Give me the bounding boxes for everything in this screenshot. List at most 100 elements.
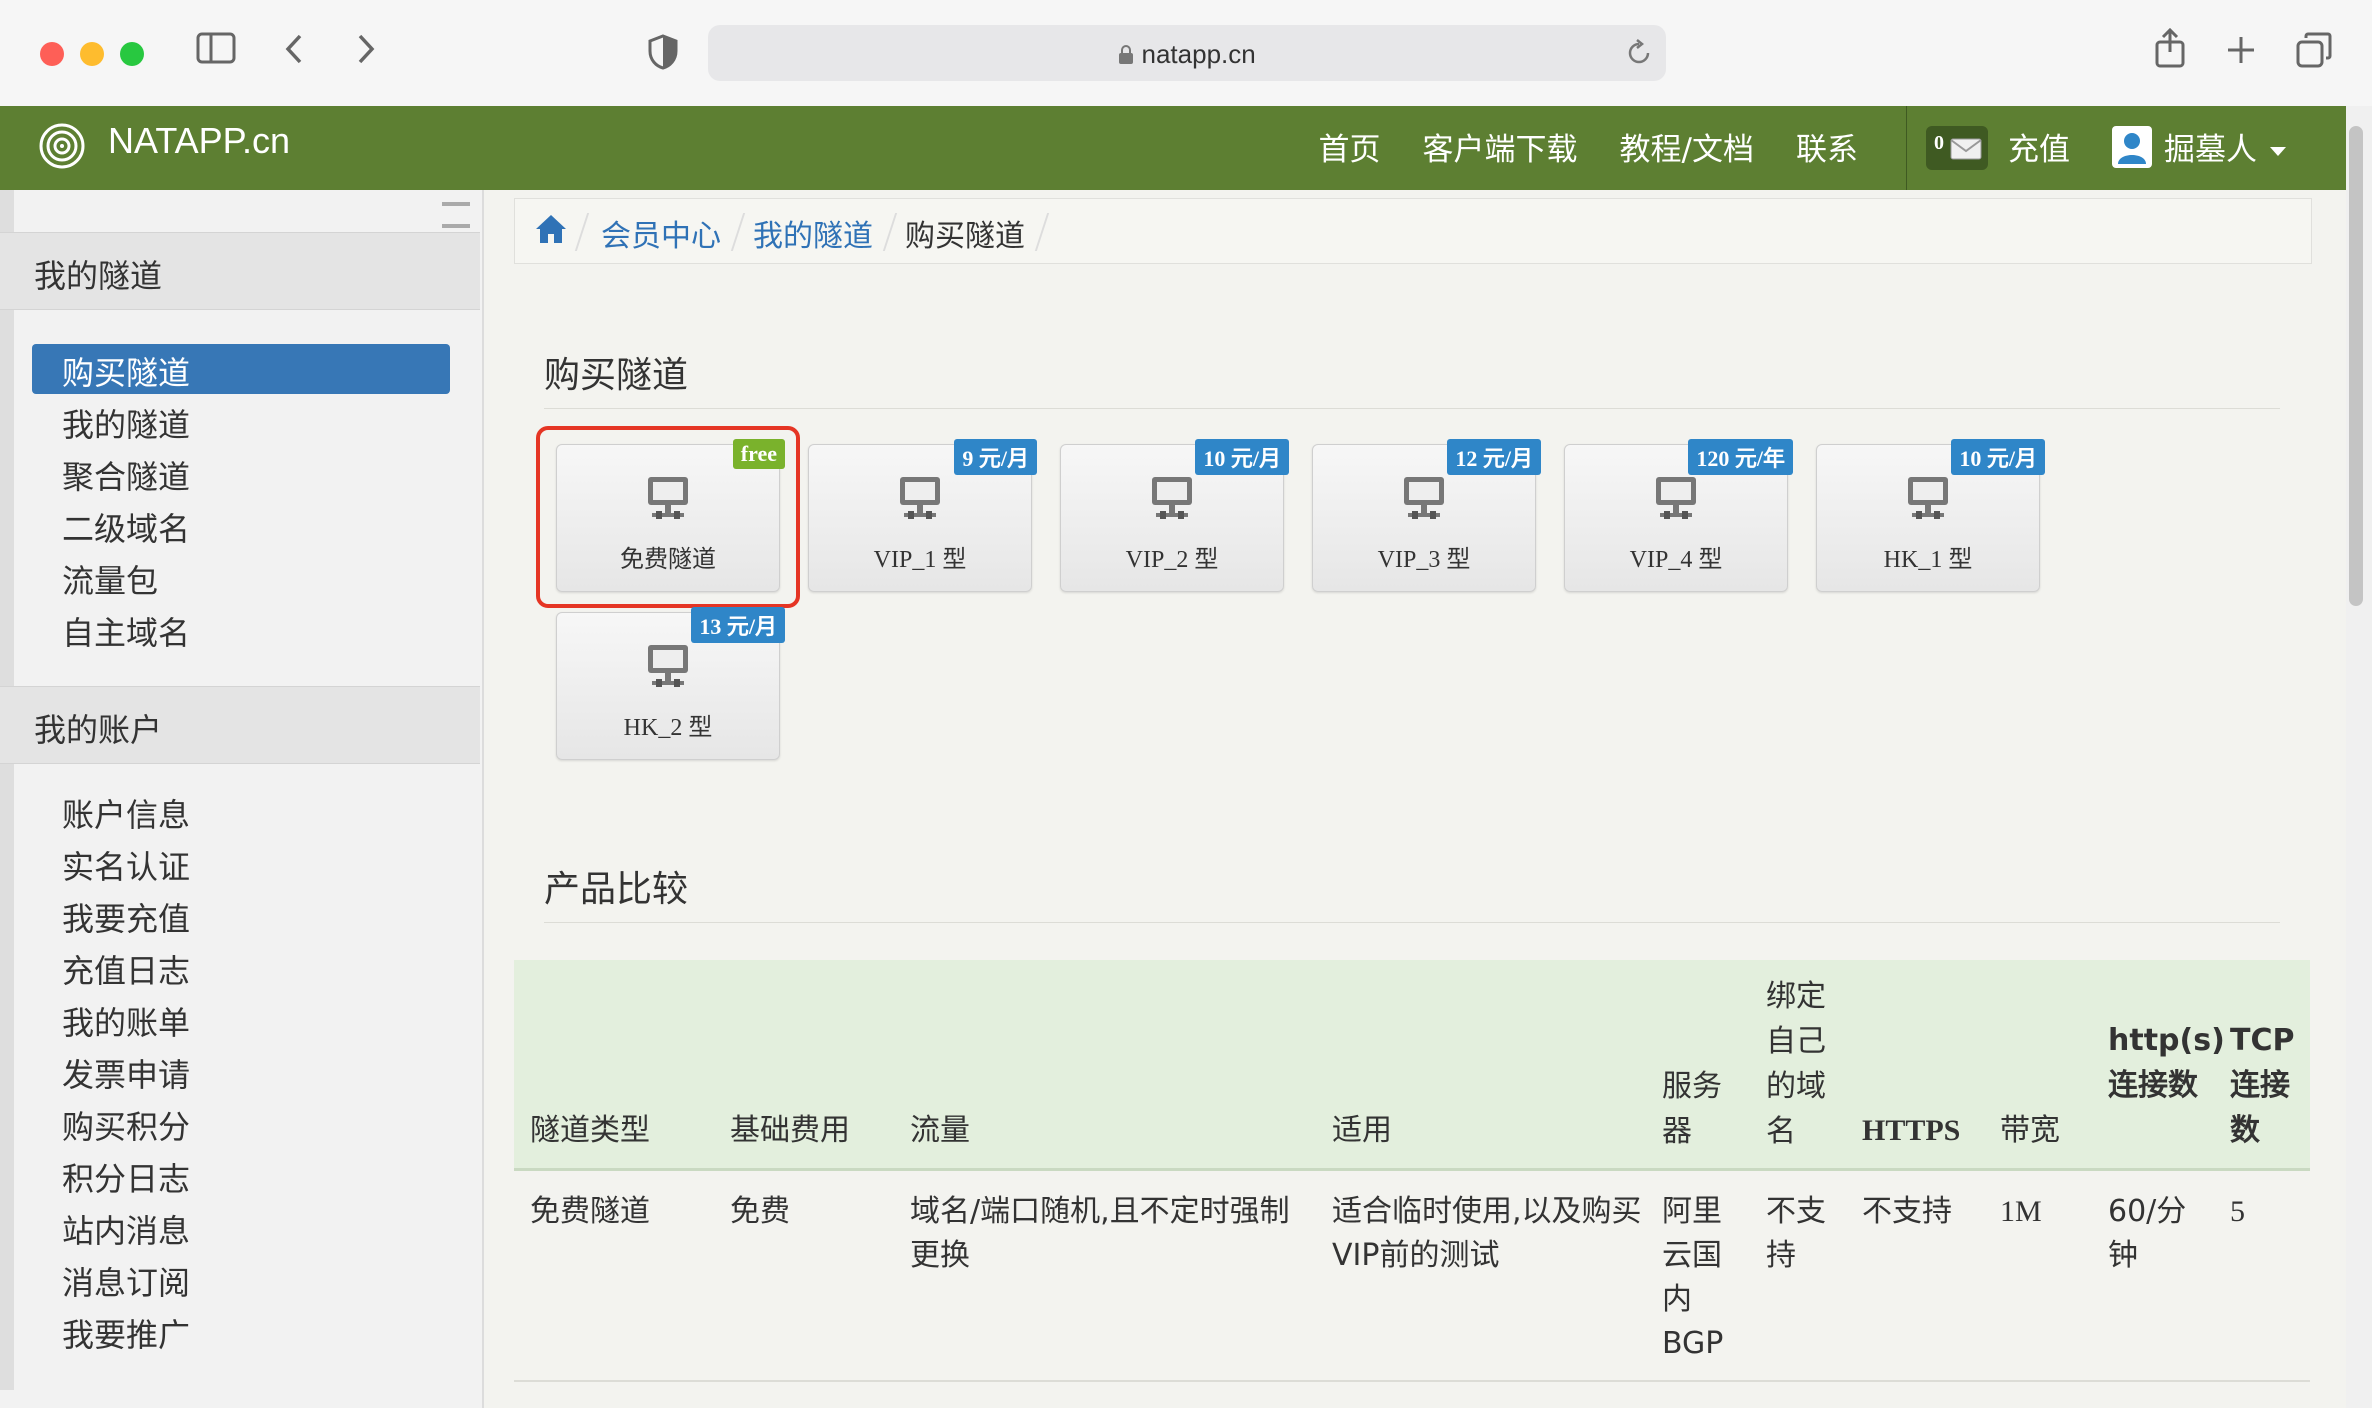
message-count: 0 bbox=[1934, 132, 1944, 154]
page: NATAPP.cn 首页 客户端下载 教程/文档 联系 0 充值 掘墓人 我的隧… bbox=[0, 106, 2372, 1408]
sidebar-item-points-log[interactable]: 积分日志 bbox=[62, 1154, 190, 1200]
tile-label: HK_1 型 bbox=[1883, 547, 1973, 573]
sidebar-item-recharge[interactable]: 我要充值 bbox=[62, 894, 190, 940]
sidebar-item-buy-points[interactable]: 购买积分 bbox=[62, 1102, 190, 1148]
server-icon bbox=[1404, 477, 1444, 519]
th-tunnel-type: 隧道类型 bbox=[530, 1113, 650, 1148]
breadcrumb: 会员中心 我的隧道 购买隧道 bbox=[514, 198, 2312, 264]
envelope-icon bbox=[1950, 138, 1982, 165]
sidebar-collapse-icon[interactable] bbox=[442, 202, 470, 228]
nav-download-link[interactable]: 客户端下载 bbox=[1423, 124, 1578, 169]
td-https: 不支持 bbox=[1862, 1194, 1952, 1229]
nav-divider bbox=[1906, 106, 1907, 190]
user-avatar-icon[interactable] bbox=[2112, 126, 2152, 173]
tile-free-tunnel[interactable]: 免费隧道 free bbox=[556, 439, 785, 592]
sidebar-item-account-info[interactable]: 账户信息 bbox=[62, 790, 190, 836]
messages-button[interactable]: 0 bbox=[1926, 126, 1988, 170]
sidebar-item-bills[interactable]: 我的账单 bbox=[62, 998, 190, 1044]
nav-contact-link[interactable]: 联系 bbox=[1796, 124, 1858, 169]
td-tcp-connections: 5 bbox=[2230, 1195, 2245, 1228]
sidebar-section-label: 我的账户 bbox=[34, 711, 163, 749]
tile-vip2[interactable]: VIP_2 型 10 元/月 bbox=[1060, 439, 1289, 592]
breadcrumb-my-tunnels[interactable]: 我的隧道 bbox=[753, 211, 873, 255]
th-tcp-connections: TCP连接数 bbox=[2230, 1023, 2295, 1148]
sidebar-section-tunnels[interactable]: 我的隧道 bbox=[0, 232, 480, 310]
tile-label: VIP_4 型 bbox=[1629, 547, 1723, 573]
breadcrumb-separator bbox=[730, 213, 746, 251]
tile-label: VIP_1 型 bbox=[873, 547, 967, 573]
sidebar-item-real-name[interactable]: 实名认证 bbox=[62, 842, 190, 888]
price-badge: 120 元/年 bbox=[1688, 439, 1793, 475]
sidebar-item-buy-tunnel[interactable]: 购买隧道 bbox=[62, 348, 190, 394]
sidebar-item-traffic-pack[interactable]: 流量包 bbox=[62, 556, 158, 602]
address-bar[interactable]: natapp.cn bbox=[708, 25, 1666, 81]
tile-label: VIP_2 型 bbox=[1125, 547, 1219, 573]
server-icon bbox=[648, 477, 688, 519]
price-badge: 13 元/月 bbox=[691, 607, 785, 643]
new-tab-icon[interactable] bbox=[2226, 34, 2256, 74]
sidebar-item-promote[interactable]: 我要推广 bbox=[62, 1310, 190, 1356]
sidebar-item-subscriptions[interactable]: 消息订阅 bbox=[62, 1258, 190, 1304]
user-menu[interactable]: 掘墓人 bbox=[2164, 124, 2257, 169]
sidebar-item-my-tunnels[interactable]: 我的隧道 bbox=[62, 400, 190, 446]
caret-down-icon[interactable] bbox=[2270, 144, 2286, 162]
td-server: 阿里云国内BGP bbox=[1662, 1194, 1724, 1361]
tile-label: HK_2 型 bbox=[623, 715, 713, 741]
tile-vip3[interactable]: VIP_3 型 12 元/月 bbox=[1312, 439, 1541, 592]
breadcrumb-separator bbox=[1034, 213, 1050, 251]
td-custom-domain: 不支持 bbox=[1766, 1194, 1826, 1273]
natapp-logo-icon[interactable] bbox=[38, 122, 86, 170]
sidebar-section-account[interactable]: 我的账户 bbox=[0, 686, 480, 764]
nav-home-link[interactable]: 首页 bbox=[1319, 124, 1381, 169]
price-badge: 12 元/月 bbox=[1447, 439, 1541, 475]
buy-section-title: 购买隧道 bbox=[544, 355, 689, 396]
th-https: HTTPS bbox=[1862, 1114, 1961, 1147]
close-window-button[interactable] bbox=[40, 42, 64, 66]
minimize-window-button[interactable] bbox=[80, 42, 104, 66]
th-traffic: 流量 bbox=[910, 1113, 970, 1148]
sidebar-item-aggregate-tunnel[interactable]: 聚合隧道 bbox=[62, 452, 190, 498]
scrollbar-thumb[interactable] bbox=[2349, 126, 2363, 606]
th-base-fee: 基础费用 bbox=[730, 1113, 850, 1148]
th-bandwidth: 带宽 bbox=[2000, 1113, 2060, 1148]
sidebar-item-invoice[interactable]: 发票申请 bbox=[62, 1050, 190, 1096]
reload-icon[interactable] bbox=[1626, 39, 1652, 72]
forward-icon[interactable] bbox=[354, 32, 378, 75]
breadcrumb-member-center[interactable]: 会员中心 bbox=[601, 211, 721, 255]
sidebar-item-custom-domain[interactable]: 自主域名 bbox=[62, 608, 190, 654]
sidebar-toggle-icon[interactable] bbox=[196, 32, 236, 73]
td-tunnel-type: 免费隧道 bbox=[530, 1194, 650, 1229]
tile-vip4[interactable]: VIP_4 型 120 元/年 bbox=[1564, 439, 1793, 592]
share-icon[interactable] bbox=[2154, 27, 2186, 77]
th-server: 服务器 bbox=[1662, 1069, 1722, 1149]
sidebar-item-subdomain[interactable]: 二级域名 bbox=[62, 504, 190, 550]
sidebar-section-label: 我的隧道 bbox=[34, 257, 163, 295]
compare-section-title: 产品比较 bbox=[544, 869, 689, 910]
breadcrumb-separator bbox=[882, 213, 898, 251]
home-icon[interactable] bbox=[535, 213, 567, 250]
th-custom-domain: 绑定自己的域名 bbox=[1766, 979, 1826, 1149]
zoom-window-button[interactable] bbox=[120, 42, 144, 66]
sidebar-item-messages[interactable]: 站内消息 bbox=[62, 1206, 190, 1252]
sidebar: 我的隧道 购买隧道 我的隧道 聚合隧道 二级域名 流量包 自主域名 我的账户 账… bbox=[0, 190, 484, 1408]
shield-icon[interactable] bbox=[648, 34, 678, 79]
top-navbar: NATAPP.cn 首页 客户端下载 教程/文档 联系 0 充值 掘墓人 bbox=[0, 106, 2346, 190]
tile-hk1[interactable]: HK_1 型 10 元/月 bbox=[1816, 439, 2045, 592]
back-icon[interactable] bbox=[282, 32, 306, 75]
tab-overview-icon[interactable] bbox=[2296, 32, 2332, 77]
tile-hk2[interactable]: HK_2 型 13 元/月 bbox=[556, 607, 785, 760]
th-usage: 适用 bbox=[1332, 1113, 1392, 1148]
browser-toolbar: natapp.cn bbox=[0, 0, 2372, 107]
brand-name[interactable]: NATAPP.cn bbox=[108, 120, 290, 162]
th-http-connections: http(s)连接数 bbox=[2108, 1023, 2225, 1103]
tile-vip1[interactable]: VIP_1 型 9 元/月 bbox=[808, 439, 1037, 592]
nav-docs-link[interactable]: 教程/文档 bbox=[1620, 124, 1754, 169]
td-base-fee: 免费 bbox=[730, 1194, 790, 1229]
nav-links: 首页 客户端下载 教程/文档 联系 bbox=[1319, 124, 1858, 169]
recharge-link[interactable]: 充值 bbox=[2008, 124, 2070, 169]
lock-icon bbox=[1118, 39, 1141, 69]
breadcrumb-separator bbox=[574, 213, 590, 251]
sidebar-item-recharge-log[interactable]: 充值日志 bbox=[62, 946, 190, 992]
price-badge: 9 元/月 bbox=[954, 439, 1037, 475]
url-text: natapp.cn bbox=[1141, 39, 1256, 69]
